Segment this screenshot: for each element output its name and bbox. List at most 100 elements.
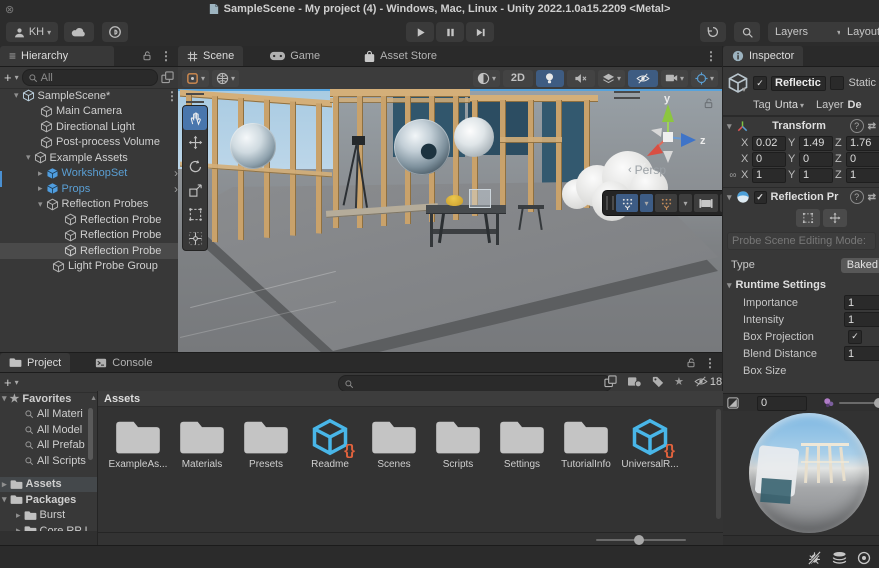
tree-item-reflection-probe-1[interactable]: Reflection Probe (0, 212, 178, 228)
tab-inspector[interactable]: Inspector (723, 46, 803, 66)
projection-mode-label[interactable]: ‹Persp (628, 163, 666, 177)
exposure-field[interactable]: 0 (757, 396, 807, 411)
tab-asset-store[interactable]: Asset Store (355, 46, 446, 66)
scene-viewport[interactable]: y x z ‹Persp (178, 89, 722, 352)
tree-item-props[interactable]: Props (0, 181, 178, 197)
expander-icon[interactable] (38, 199, 43, 210)
gizmo-lock-icon[interactable] (702, 97, 715, 110)
cache-stack-icon[interactable] (832, 551, 847, 564)
rotate-tool-button[interactable] (183, 154, 207, 178)
item-menu-icon[interactable] (166, 89, 178, 103)
probe-grid-button[interactable] (616, 194, 638, 212)
runtime-settings-foldout[interactable]: Runtime Settings (723, 276, 879, 294)
gizmos-dropdown[interactable] (691, 70, 718, 87)
position-z-field[interactable]: 1.76 (846, 136, 879, 151)
panel-menu-icon[interactable] (160, 49, 172, 63)
search-by-import-icon[interactable] (604, 375, 617, 388)
expander-icon[interactable] (26, 152, 31, 163)
play-button[interactable] (406, 22, 434, 42)
add-caret-icon[interactable] (15, 73, 19, 82)
presets-icon[interactable] (868, 121, 876, 132)
asset-item-materials[interactable]: Materials (170, 417, 234, 470)
icon-size-slider[interactable] (596, 539, 686, 541)
asset-item-scenes[interactable]: Scenes (362, 417, 426, 470)
rotation-x-field[interactable]: 0 (752, 152, 786, 167)
rotation-z-field[interactable]: 0 (846, 152, 879, 167)
layout-dropdown[interactable]: Layout (840, 22, 879, 42)
scene-visibility-button[interactable] (628, 70, 658, 87)
hierarchy-search-input[interactable]: All (22, 69, 158, 86)
box-projection-checkbox[interactable]: ✓ (848, 330, 862, 344)
probe-cubemap-preview[interactable] (723, 411, 879, 535)
package-filter-icon[interactable] (627, 375, 642, 388)
tab-console[interactable]: Console (86, 353, 161, 372)
tree-scrollbar[interactable] (88, 408, 93, 460)
draw-mode-dropdown[interactable] (473, 70, 500, 87)
step-button[interactable] (466, 22, 494, 42)
active-checkbox[interactable]: ✓ (753, 76, 767, 90)
expander-icon[interactable] (727, 121, 732, 132)
axis-z-label[interactable]: z (700, 135, 706, 147)
label-filter-icon[interactable] (652, 376, 664, 388)
help-icon[interactable] (850, 119, 864, 133)
tree-core-rp[interactable]: Core RP L (0, 523, 97, 531)
tab-game[interactable]: Game (261, 46, 329, 66)
layer-dropdown[interactable]: De (848, 99, 862, 111)
tree-item-reflection-probes[interactable]: Reflection Probes (0, 197, 178, 213)
tree-item-light-probe-group[interactable]: Light Probe Group (0, 259, 178, 275)
toolbar-drag-handle[interactable] (606, 196, 614, 210)
tree-packages[interactable]: Packages (0, 492, 97, 508)
lock-icon[interactable] (141, 50, 153, 62)
axis-y-label[interactable]: y (664, 95, 671, 105)
camera-settings-dropdown[interactable] (661, 70, 688, 87)
slider-thumb[interactable] (634, 535, 644, 545)
asset-item-universalrp[interactable]: { } UniversalR... (618, 417, 682, 470)
tree-item-reflection-probe-3[interactable]: Reflection Probe (0, 243, 178, 259)
favorite-all-models[interactable]: All Model (0, 422, 97, 438)
position-y-field[interactable]: 1.49 (799, 136, 833, 151)
intensity-field[interactable]: 1 (844, 312, 879, 327)
probe-bake-button[interactable] (694, 194, 718, 212)
tree-item-main-camera[interactable]: Main Camera (0, 104, 178, 120)
search-everything-button[interactable] (734, 22, 760, 42)
move-tool-button[interactable] (183, 130, 207, 154)
favorite-all-scripts[interactable]: All Scripts (0, 453, 97, 469)
asset-item-readme[interactable]: { } Readme (298, 417, 362, 470)
activity-globe-icon[interactable] (857, 551, 871, 565)
uniform-scale-link-icon[interactable] (727, 170, 739, 181)
slider-thumb[interactable] (874, 398, 879, 408)
asset-item-settings[interactable]: Settings (490, 417, 554, 470)
favorites-foldout[interactable]: Favorites (0, 391, 97, 407)
add-object-button[interactable]: + (4, 70, 12, 85)
exposure-icon[interactable] (727, 397, 739, 409)
tree-assets[interactable]: Assets (0, 477, 97, 493)
edit-bounds-button[interactable] (796, 209, 820, 227)
scene-audio-button[interactable] (567, 70, 595, 87)
hidden-count-badge[interactable]: 18 (694, 376, 722, 388)
scale-x-field[interactable]: 1 (752, 168, 786, 183)
layers-dropdown[interactable]: Layers (768, 22, 848, 42)
grid-scrollbar[interactable] (716, 409, 721, 519)
component-enabled-checkbox[interactable]: ✓ (754, 191, 767, 204)
expander-icon[interactable] (38, 183, 43, 194)
favorite-all-prefabs[interactable]: All Prefab (0, 438, 97, 454)
account-button[interactable]: KH (6, 22, 58, 42)
add-asset-button[interactable]: + (4, 375, 12, 390)
tab-project[interactable]: Project (0, 353, 70, 372)
favorites-filter-icon[interactable] (674, 375, 684, 388)
tab-scene[interactable]: Scene (178, 46, 243, 66)
scene-effects-dropdown[interactable] (598, 70, 625, 87)
scale-tool-button[interactable] (183, 178, 207, 202)
gameobject-icon-button[interactable] (727, 72, 749, 94)
pause-button[interactable] (436, 22, 464, 42)
version-control-button[interactable] (102, 22, 128, 42)
tree-item-reflection-probe-2[interactable]: Reflection Probe (0, 228, 178, 244)
scale-z-field[interactable]: 1 (846, 168, 879, 183)
rect-tool-button[interactable] (183, 202, 207, 226)
undo-history-button[interactable] (700, 22, 726, 42)
cloud-services-button[interactable] (64, 22, 94, 42)
expander-icon[interactable] (38, 168, 43, 179)
transform-tool-button[interactable] (183, 226, 207, 250)
scale-y-field[interactable]: 1 (799, 168, 833, 183)
add-caret-icon[interactable] (15, 378, 19, 387)
